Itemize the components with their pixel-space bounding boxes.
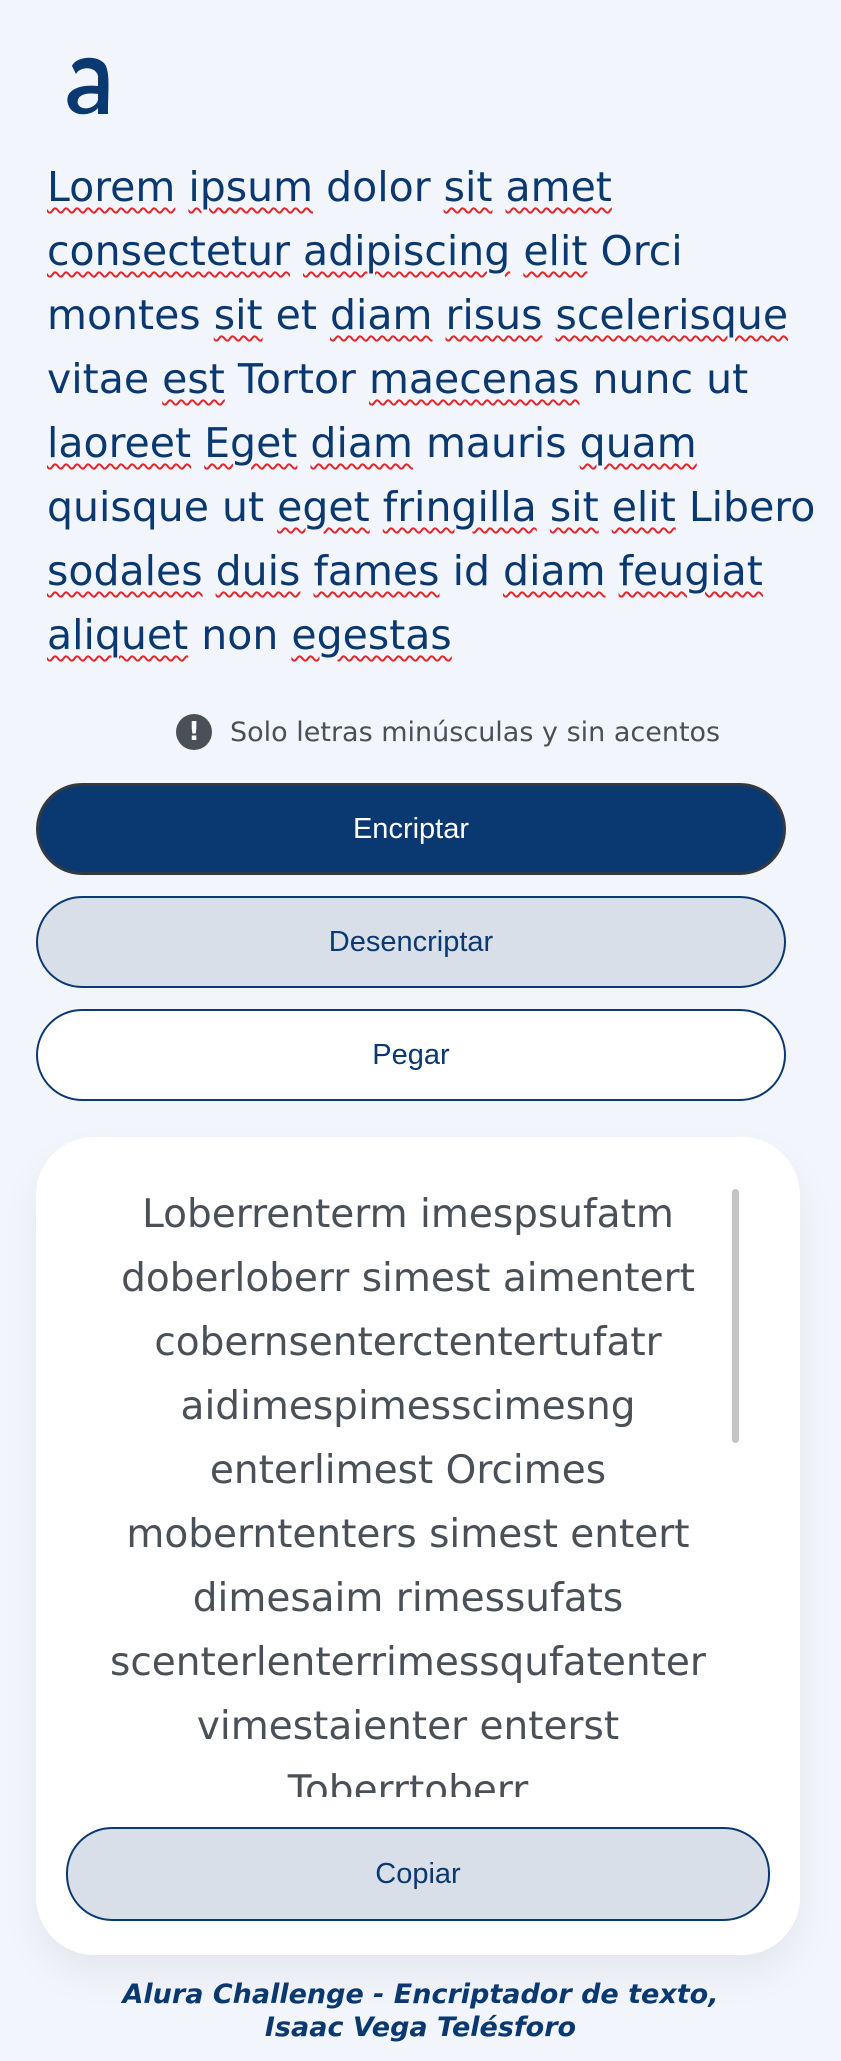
input-word: eget — [277, 483, 370, 531]
input-word: id — [452, 547, 490, 595]
input-word: Libero — [688, 483, 816, 531]
input-word: vitae — [47, 355, 150, 403]
input-word: nunc — [592, 355, 694, 403]
footer-line-2: Isaac Vega Telésforo — [264, 2012, 577, 2043]
output-text: Loberrenterm imespsufatm doberloberr sim… — [110, 1192, 706, 1797]
output-scroll-area[interactable]: Loberrenterm imespsufatm doberloberr sim… — [108, 1185, 708, 1797]
input-word: diam — [503, 547, 606, 595]
input-word: ut — [222, 483, 265, 531]
input-word: diam — [310, 419, 413, 467]
input-word: elit — [611, 483, 676, 531]
alura-logo — [62, 52, 114, 118]
input-word: non — [201, 611, 279, 659]
input-word: montes — [47, 291, 201, 339]
input-word: risus — [445, 291, 543, 339]
footer: Alura Challenge - Encriptador de texto, … — [0, 1978, 841, 2044]
input-word: fringilla — [382, 483, 537, 531]
input-word: et — [275, 291, 317, 339]
decrypt-button[interactable]: Desencriptar — [36, 896, 786, 988]
input-word: laoreet — [47, 419, 192, 467]
input-word: sodales — [47, 547, 203, 595]
input-word: Tortor — [237, 355, 356, 403]
input-word: est — [162, 355, 225, 403]
exclamation-circle-icon: ! — [176, 714, 212, 750]
input-word: ipsum — [188, 163, 314, 211]
output-scrollbar[interactable] — [732, 1189, 739, 1443]
input-word: mauris — [425, 419, 567, 467]
hint-text: Solo letras minúsculas y sin acentos — [230, 716, 721, 748]
input-word: duis — [215, 547, 301, 595]
copy-button[interactable]: Copiar — [66, 1827, 770, 1921]
input-word: Lorem — [47, 163, 176, 211]
input-word: amet — [505, 163, 612, 211]
input-word: aliquet — [47, 611, 189, 659]
input-word: sit — [549, 483, 599, 531]
paste-button[interactable]: Pegar — [36, 1009, 786, 1101]
input-word: adipiscing — [303, 227, 511, 275]
encrypt-button[interactable]: Encriptar — [36, 783, 786, 875]
input-word: Orci — [600, 227, 683, 275]
input-word: dolor — [326, 163, 431, 211]
input-word: feugiat — [618, 547, 763, 595]
input-word: fames — [313, 547, 440, 595]
hint-message: ! Solo letras minúsculas y sin acentos — [176, 712, 720, 752]
output-card: Loberrenterm imespsufatm doberloberr sim… — [36, 1137, 800, 1955]
input-word: Eget — [204, 419, 298, 467]
input-word: ut — [706, 355, 749, 403]
input-word: quam — [579, 419, 697, 467]
input-word: scelerisque — [555, 291, 789, 339]
input-word: consectetur — [47, 227, 290, 275]
input-word: diam — [329, 291, 433, 339]
input-word: sit — [213, 291, 263, 339]
input-word: quisque — [47, 483, 209, 531]
input-word: maecenas — [368, 355, 580, 403]
input-word: sit — [443, 163, 493, 211]
input-word: egestas — [291, 611, 452, 659]
input-word: elit — [523, 227, 588, 275]
footer-line-1: Alura Challenge - Encriptador de texto, — [122, 1979, 719, 2010]
message-input[interactable]: Lorem ipsum dolor sit amet consectetur a… — [47, 155, 817, 667]
